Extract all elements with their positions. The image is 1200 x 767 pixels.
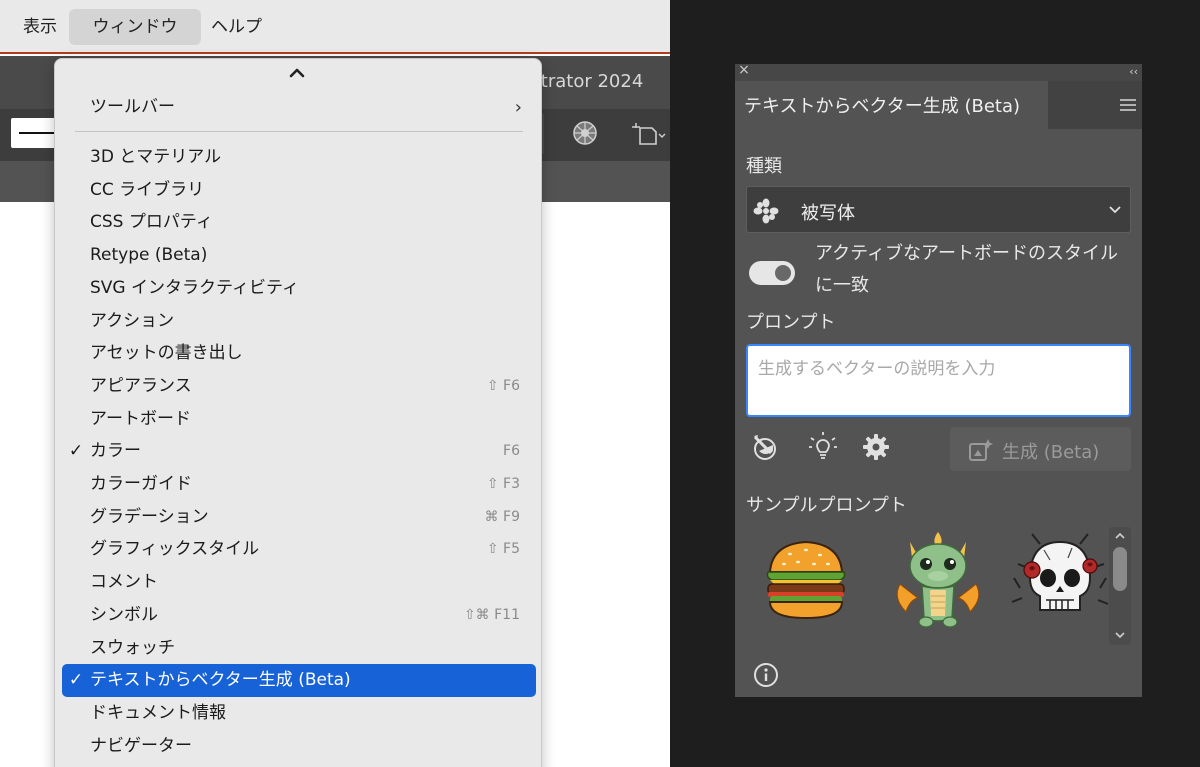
- menu-item-label: グラデーション: [90, 506, 209, 527]
- menu-window[interactable]: ウィンドウ: [69, 9, 201, 45]
- menu-item-shortcut: ⇧ F6: [486, 377, 520, 394]
- menu-item[interactable]: CC ライブラリ: [62, 174, 536, 207]
- menu-item-shortcut: F6: [503, 443, 520, 460]
- panel-header: × ‹‹: [735, 62, 1142, 81]
- menu-bar: 表示 ウィンドウ ヘルプ: [0, 0, 670, 54]
- info-icon[interactable]: [753, 662, 779, 688]
- recolor-artwork-icon[interactable]: [572, 120, 598, 146]
- chevron-down-icon[interactable]: [1113, 628, 1127, 642]
- generate-sparkle-icon: [969, 439, 993, 461]
- menu-item[interactable]: アピアランス ⇧ F6: [62, 370, 536, 403]
- tab-text-to-vector[interactable]: テキストからベクター生成 (Beta): [735, 81, 1048, 129]
- menu-item-label: テキストからベクター生成 (Beta): [90, 670, 351, 691]
- menu-help[interactable]: ヘルプ: [202, 9, 271, 45]
- menu-item[interactable]: ナビゲーター: [62, 730, 536, 763]
- menu-item-label: カラーガイド: [90, 474, 192, 494]
- menu-item-label: ドキュメント情報: [90, 702, 226, 723]
- hamburger-menu-icon[interactable]: [1118, 95, 1138, 115]
- generate-button-label: 生成 (Beta): [1002, 442, 1100, 463]
- burger-icon[interactable]: [756, 528, 856, 636]
- menu-item-shortcut: ⇧⌘ F11: [463, 606, 520, 623]
- toggle-knob: [775, 265, 791, 281]
- gear-icon[interactable]: [861, 432, 891, 462]
- menu-item-label: グラフィックスタイル: [90, 539, 260, 560]
- menu-item-label: CC ライブラリ: [90, 179, 205, 200]
- menu-item[interactable]: シンボル ⇧⌘ F11: [62, 599, 536, 632]
- menu-item-shortcut: ⇧ F3: [486, 476, 520, 492]
- menu-item-label: ツールバー: [90, 97, 175, 117]
- menu-item[interactable]: コメント: [62, 566, 536, 599]
- menu-item-label: 3D とマテリアル: [90, 147, 222, 167]
- menu-item[interactable]: グラデーション ⌘ F9: [62, 501, 536, 534]
- menu-item-label: アートボード: [90, 408, 191, 429]
- menu-item-label: Retype (Beta): [90, 245, 208, 266]
- menu-item[interactable]: Retype (Beta): [62, 239, 536, 272]
- menu-item-label: ナビゲーター: [90, 735, 192, 756]
- menu-item-label: CSS プロパティ: [90, 212, 213, 233]
- prompt-label: プロンプト: [746, 312, 836, 333]
- menu-item-label: SVG インタラクティビティ: [90, 277, 299, 298]
- menu-item[interactable]: ドキュメント情報: [62, 697, 536, 730]
- checkmark-icon: ✓: [68, 670, 84, 691]
- sample-prompts-gallery: [746, 524, 1131, 642]
- chevron-down-icon: [1109, 206, 1121, 214]
- menu-item-label: アセットの書き出し: [90, 343, 243, 364]
- window-menu-dropdown: ツールバー › 3D とマテリアル CC ライブラリ CSS プロパティ Retype (…: [54, 58, 542, 767]
- artboard-options-icon[interactable]: [630, 120, 668, 148]
- match-style-label: アクティブなアートボードのスタイルに一致: [815, 243, 1118, 296]
- menu-item[interactable]: ✓ カラー F6: [62, 435, 536, 468]
- menu-item-label: アピアランス: [90, 375, 192, 396]
- menu-item-shortcut: ⇧ F5: [486, 541, 520, 558]
- menu-item[interactable]: アセットの書き出し: [62, 337, 536, 370]
- subject-icon: [753, 198, 779, 224]
- collapse-icon[interactable]: ‹‹: [1129, 63, 1138, 80]
- menu-item-label: カラー: [90, 441, 141, 462]
- text-to-vector-panel: × ‹‹ テキストからベクター生成 (Beta) 種類 被写体 アクティブなアー…: [735, 62, 1142, 697]
- generate-button[interactable]: 生成 (Beta): [950, 427, 1131, 471]
- close-icon[interactable]: ×: [737, 62, 751, 79]
- menu-item[interactable]: ツールバー ›: [62, 91, 536, 124]
- menu-item-label: スウォッチ: [90, 637, 175, 658]
- menu-item-shortcut: ⌘ F9: [484, 508, 520, 525]
- chevron-up-icon[interactable]: [287, 63, 307, 83]
- checkmark-icon: ✓: [68, 441, 84, 462]
- menu-item-label: アクション: [90, 310, 175, 331]
- app-window: 表示 ウィンドウ ヘルプ ustrator 2024 ツールバー › 3D とマテリ…: [0, 0, 670, 767]
- panel-tab-label: テキストからベクター生成 (Beta): [744, 96, 1021, 117]
- menu-item[interactable]: CSS プロパティ: [62, 206, 536, 239]
- menu-item[interactable]: アートボード: [62, 403, 536, 436]
- dragon-icon[interactable]: [888, 528, 988, 636]
- chevron-right-icon: ›: [514, 97, 522, 118]
- samples-scrollbar[interactable]: [1109, 527, 1131, 645]
- menu-item[interactable]: SVG インタラクティビティ: [62, 272, 536, 305]
- menu-view[interactable]: 表示: [14, 9, 66, 45]
- type-value: 被写体: [801, 203, 855, 224]
- panel-tab-row: テキストからベクター生成 (Beta): [735, 81, 1142, 129]
- skull-icon[interactable]: [1010, 528, 1110, 636]
- type-label: 種類: [746, 156, 782, 177]
- menu-item-label: シンボル: [90, 604, 158, 625]
- chevron-up-icon[interactable]: [1113, 529, 1127, 543]
- sample-prompts-label: サンプルプロンプト: [746, 495, 907, 516]
- prompt-input[interactable]: [746, 344, 1131, 417]
- match-style-toggle[interactable]: [749, 261, 795, 285]
- lightbulb-icon[interactable]: [807, 430, 839, 462]
- menu-item-label: コメント: [90, 572, 158, 593]
- menu-item[interactable]: カラーガイド ⇧ F3: [62, 468, 536, 501]
- scrollbar-thumb[interactable]: [1113, 547, 1127, 591]
- menu-item[interactable]: グラフィックスタイル ⇧ F5: [62, 533, 536, 566]
- menu-item[interactable]: 3D とマテリアル: [62, 141, 536, 174]
- menu-item-selected[interactable]: ✓ テキストからベクター生成 (Beta): [62, 664, 536, 698]
- menu-item[interactable]: スウォッチ: [62, 632, 536, 665]
- menu-item[interactable]: アクション: [62, 305, 536, 338]
- type-dropdown[interactable]: 被写体: [746, 186, 1131, 233]
- menu-divider: [75, 131, 523, 132]
- style-reference-icon[interactable]: [751, 431, 783, 463]
